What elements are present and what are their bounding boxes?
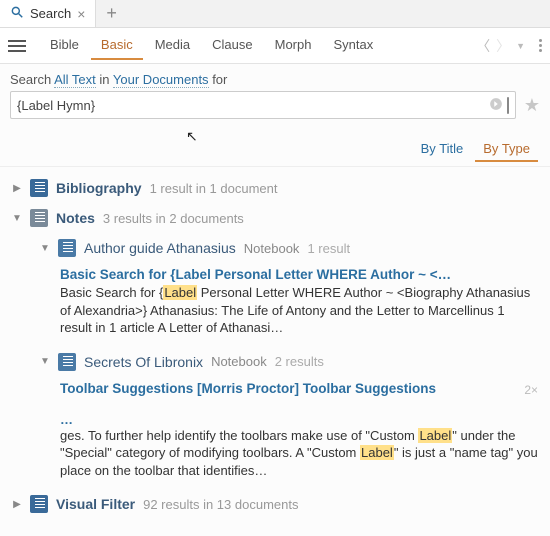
chevron-down-icon[interactable]: ▼ <box>12 213 22 224</box>
tab-label: Search <box>30 6 71 21</box>
favorite-icon[interactable]: ★ <box>524 95 540 116</box>
search-input[interactable] <box>17 98 485 113</box>
chevron-down-icon[interactable]: ▼ <box>40 243 50 254</box>
notebook-libronix[interactable]: ▼ Secrets Of Libronix Notebook 2 results <box>40 347 538 377</box>
mode-morph[interactable]: Morph <box>265 31 322 60</box>
category-bibliography[interactable]: ▶ Bibliography 1 result in 1 document <box>12 173 538 203</box>
tab-by-title[interactable]: By Title <box>413 137 472 162</box>
result-item[interactable]: 2× Toolbar Suggestions [Morris Proctor] … <box>60 381 538 480</box>
category-meta: 1 result in 1 document <box>150 181 278 196</box>
highlight: Label <box>163 285 197 300</box>
notebook-title: Author guide Athanasius <box>84 240 236 256</box>
result-snippet: Basic Search for {Label Personal Letter … <box>60 284 538 337</box>
notebook-icon <box>58 239 76 257</box>
notebook-icon <box>58 353 76 371</box>
go-icon[interactable] <box>489 97 503 114</box>
notebook-meta: 1 result <box>307 241 350 256</box>
keyboard-icon[interactable] <box>507 98 509 113</box>
highlight: Label <box>360 445 394 460</box>
notebook-meta: 2 results <box>275 354 324 369</box>
mode-syntax[interactable]: Syntax <box>323 31 383 60</box>
notes-icon <box>30 209 48 227</box>
category-title: Notes <box>56 210 95 226</box>
notebook-kind: Notebook <box>244 241 300 256</box>
result-snippet: ges. To further help identify the toolba… <box>60 427 538 480</box>
chevron-right-icon[interactable]: ▶ <box>12 183 22 194</box>
chevron-right-icon[interactable]: ▶ <box>12 499 22 510</box>
nav-arrows: 〈 〉 ▼ <box>476 36 525 56</box>
scope-all-text[interactable]: All Text <box>54 72 96 88</box>
mode-clause[interactable]: Clause <box>202 31 262 60</box>
nav-dropdown-icon[interactable]: ▼ <box>516 41 525 51</box>
category-visual-filter[interactable]: ▶ Visual Filter 92 results in 13 documen… <box>12 489 538 519</box>
result-title[interactable]: Basic Search for {Label Personal Letter … <box>60 267 538 282</box>
notebook-athanasius[interactable]: ▼ Author guide Athanasius Notebook 1 res… <box>40 233 538 263</box>
mode-basic[interactable]: Basic <box>91 31 143 60</box>
result-item[interactable]: Basic Search for {Label Personal Letter … <box>60 267 538 337</box>
search-icon <box>10 5 24 22</box>
menu-icon[interactable] <box>8 37 26 55</box>
search-box <box>10 91 516 119</box>
mode-media[interactable]: Media <box>145 31 200 60</box>
document-icon <box>30 179 48 197</box>
result-title[interactable]: Toolbar Suggestions [Morris Proctor] Too… <box>60 381 538 396</box>
notebook-title: Secrets Of Libronix <box>84 354 203 370</box>
tab-by-type[interactable]: By Type <box>475 137 538 162</box>
category-title: Visual Filter <box>56 496 135 512</box>
highlight: Label <box>418 428 452 443</box>
add-tab-button[interactable]: + <box>96 3 127 24</box>
kebab-menu-icon[interactable] <box>539 39 542 52</box>
filter-icon <box>30 495 48 513</box>
search-word: Search <box>10 72 51 87</box>
tab-search[interactable]: Search × <box>0 0 96 27</box>
chevron-down-icon[interactable]: ▼ <box>40 356 50 367</box>
result-count: 2× <box>524 383 538 397</box>
result-view-tabs: By Title By Type <box>0 129 550 167</box>
category-notes[interactable]: ▼ Notes 3 results in 2 documents <box>12 203 538 233</box>
search-modes: Bible Basic Media Clause Morph Syntax <box>40 31 383 60</box>
category-meta: 3 results in 2 documents <box>103 211 244 226</box>
search-row: ★ <box>0 91 550 129</box>
toolbar: Bible Basic Media Clause Morph Syntax 〈 … <box>0 28 550 64</box>
results-pane: ▶ Bibliography 1 result in 1 document ▼ … <box>0 167 550 531</box>
window-tabbar: Search × + <box>0 0 550 28</box>
category-meta: 92 results in 13 documents <box>143 497 298 512</box>
search-scope-line: Search All Text in Your Documents for <box>0 64 550 91</box>
nav-forward-icon[interactable]: 〉 <box>496 36 510 56</box>
close-icon[interactable]: × <box>77 7 85 21</box>
scope-documents[interactable]: Your Documents <box>113 72 209 88</box>
category-title: Bibliography <box>56 180 142 196</box>
notebook-kind: Notebook <box>211 354 267 369</box>
mode-bible[interactable]: Bible <box>40 31 89 60</box>
nav-back-icon[interactable]: 〈 <box>476 36 490 56</box>
ellipsis: … <box>60 412 538 427</box>
